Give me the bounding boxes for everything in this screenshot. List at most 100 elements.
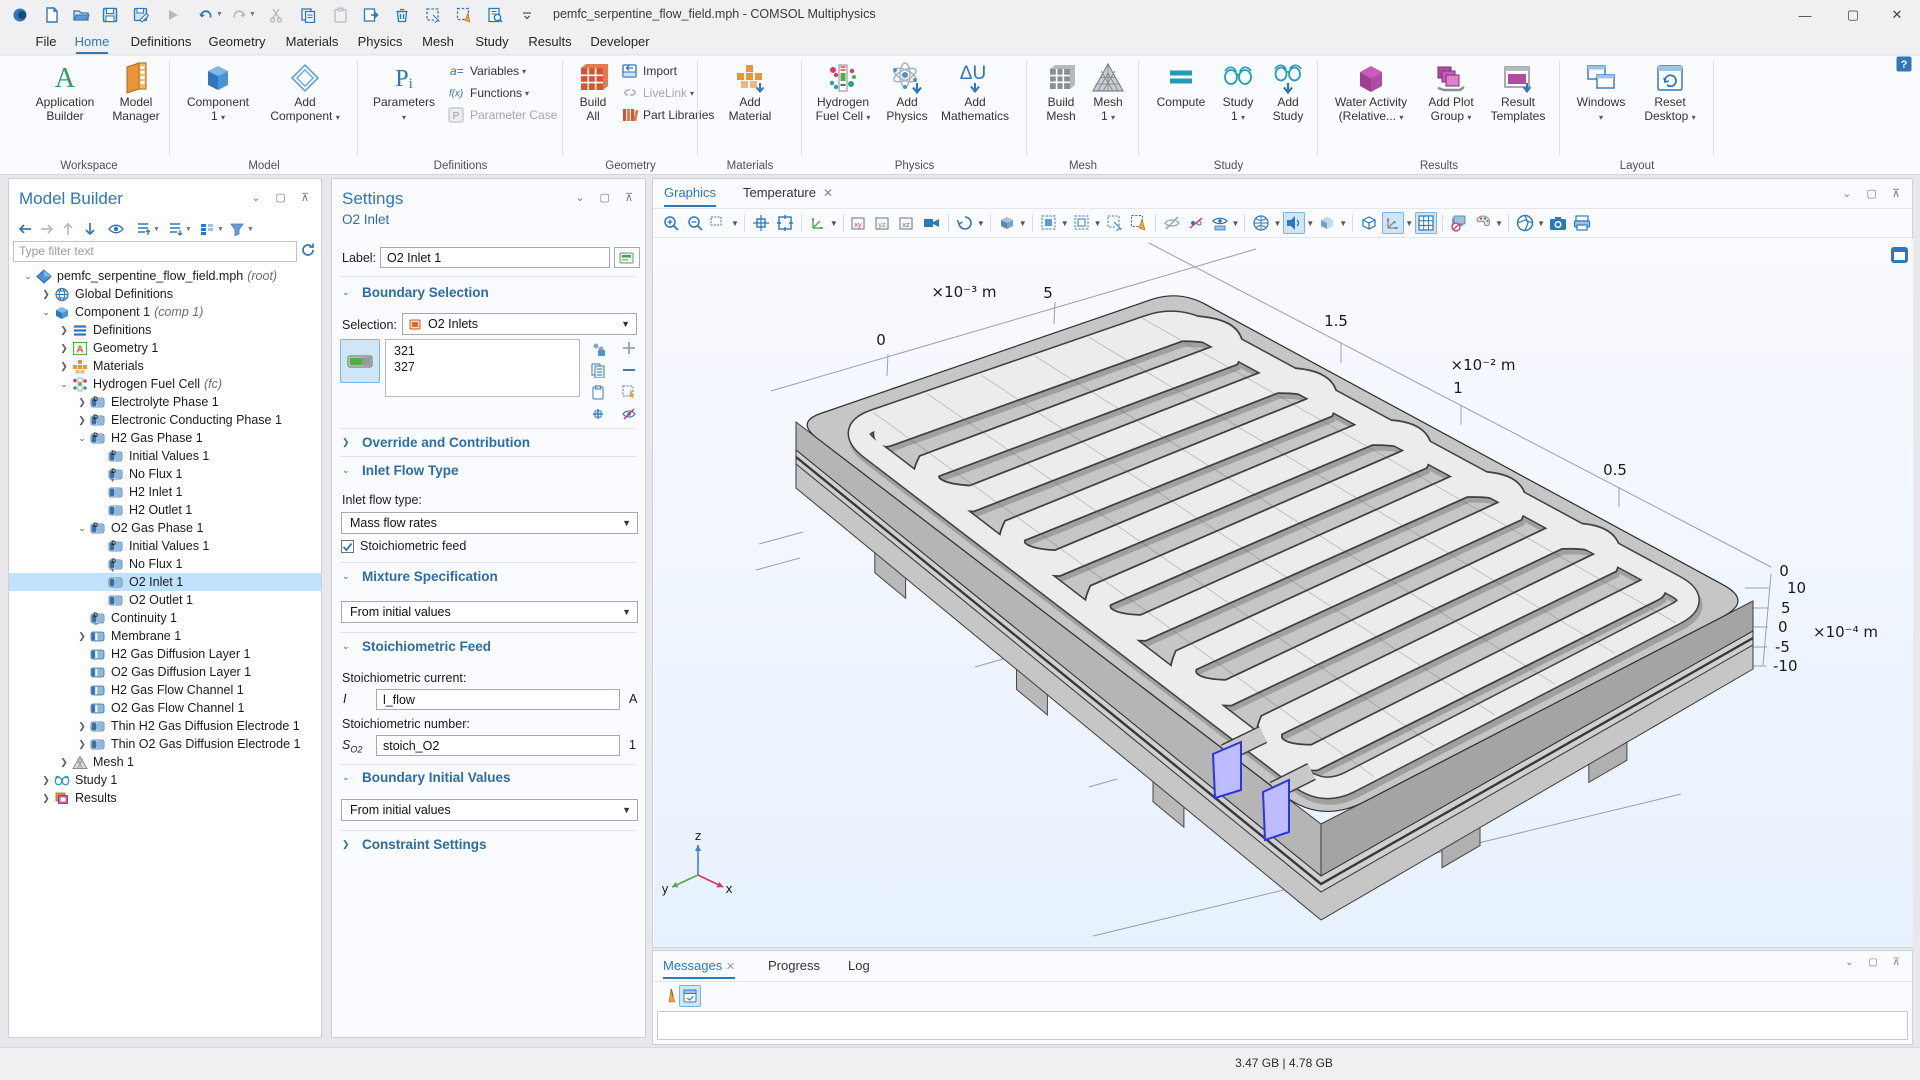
save-icon[interactable] bbox=[100, 5, 120, 25]
menu-results[interactable]: Results bbox=[523, 30, 577, 55]
stoich-current-input[interactable]: l_flow bbox=[376, 689, 620, 710]
scene-appearance-icon[interactable] bbox=[996, 212, 1018, 234]
down-arrow-icon[interactable] bbox=[83, 219, 97, 239]
tree-item-membrane-1[interactable]: ❯Membrane 1 bbox=[9, 627, 321, 645]
delete-icon[interactable] bbox=[392, 5, 412, 25]
tab-messages[interactable]: Messages ✕ bbox=[663, 953, 735, 979]
ribbon-button-application-builder[interactable]: AApplicationBuilder bbox=[31, 60, 99, 123]
ribbon-button-hydrogen-fuel-cell-[interactable]: HydrogenFuel Cell ▾ bbox=[809, 60, 877, 124]
stoich-number-input[interactable]: stoich_O2 bbox=[376, 735, 620, 756]
menu-mesh[interactable]: Mesh bbox=[415, 30, 461, 55]
ribbon-button-result-templates[interactable]: ResultTemplates bbox=[1484, 60, 1552, 123]
print-icon[interactable] bbox=[1571, 212, 1593, 234]
ribbon-button-add-material[interactable]: AddMaterial bbox=[716, 60, 784, 123]
help-icon[interactable]: ? bbox=[1896, 56, 1912, 72]
ribbon-button-build-all[interactable]: BuildAll bbox=[559, 60, 627, 123]
view-xy-icon[interactable]: xy bbox=[849, 212, 871, 234]
maximize-button[interactable]: ▢ bbox=[1830, 0, 1876, 30]
ribbon-button-add-component-[interactable]: AddComponent ▾ bbox=[271, 60, 339, 124]
tree-item-o2-outlet-1[interactable]: O2 Outlet 1 bbox=[9, 591, 321, 609]
tree-item-no-flux-1[interactable]: DNo Flux 1 bbox=[9, 465, 321, 483]
view-yz-icon[interactable]: yz bbox=[873, 212, 895, 234]
tree-chevron[interactable]: ⌄ bbox=[77, 523, 87, 534]
rotate-icon[interactable] bbox=[954, 212, 976, 234]
ribbon-button-livelink[interactable]: LiveLink▾ bbox=[621, 84, 694, 102]
color-palette-caret-icon[interactable]: ▼ bbox=[1495, 219, 1503, 228]
transparency-icon[interactable] bbox=[1316, 212, 1338, 234]
tree-item-h2-outlet-1[interactable]: H2 Outlet 1 bbox=[9, 501, 321, 519]
copy-icon[interactable] bbox=[298, 5, 318, 25]
ribbon-button-component-1-[interactable]: Component1 ▾ bbox=[184, 60, 252, 124]
select-box-caret-icon[interactable]: ▼ bbox=[1061, 219, 1069, 228]
ribbon-button-add-mathematics[interactable]: ΔUAddMathematics bbox=[941, 60, 1009, 123]
menu-developer[interactable]: Developer bbox=[586, 30, 654, 55]
deselect-box-caret-icon[interactable]: ▼ bbox=[1094, 219, 1102, 228]
tree-chevron[interactable]: ❯ bbox=[77, 631, 87, 642]
tree-chevron[interactable]: ⌄ bbox=[59, 379, 69, 390]
hide-selected-icon[interactable] bbox=[618, 405, 640, 423]
tree-item-global-definitions[interactable]: ❯Global Definitions bbox=[9, 285, 321, 303]
transparency-caret-icon[interactable]: ▼ bbox=[1339, 219, 1347, 228]
rotate-caret-icon[interactable]: ▼ bbox=[977, 219, 985, 228]
select-box-icon[interactable] bbox=[423, 5, 443, 25]
menu-geometry[interactable]: Geometry bbox=[206, 30, 268, 55]
save-as-icon[interactable] bbox=[131, 5, 151, 25]
deselect-box-icon[interactable] bbox=[1071, 212, 1093, 234]
ribbon-button-functions[interactable]: f(x)Functions▾ bbox=[448, 84, 529, 102]
tree-chevron[interactable]: ❯ bbox=[41, 775, 51, 786]
menu-materials[interactable]: Materials bbox=[281, 30, 343, 55]
tree-item-o2-gas-phase-1[interactable]: ⌄DO2 Gas Phase 1 bbox=[9, 519, 321, 537]
ribbon-button-reset-desktop-[interactable]: ResetDesktop ▾ bbox=[1636, 60, 1704, 124]
settings-window-controls[interactable]: ⌄ ▢ ⊼ bbox=[575, 191, 639, 204]
collapse-tree-icon[interactable]: ▼ bbox=[167, 219, 192, 239]
tree-chevron[interactable]: ❯ bbox=[77, 739, 87, 750]
clear-selection-icon[interactable] bbox=[454, 5, 474, 25]
rename-button[interactable] bbox=[614, 247, 640, 268]
wireframe-icon[interactable] bbox=[1358, 212, 1380, 234]
tree-item-initial-values-1[interactable]: DInitial Values 1 bbox=[9, 537, 321, 555]
tree-item-thin-h2-gas-diffusion-electrode-1[interactable]: ❯Thin H2 Gas Diffusion Electrode 1 bbox=[9, 717, 321, 735]
inlet-flow-dropdown[interactable]: Mass flow rates▼ bbox=[341, 512, 638, 534]
tree-item-geometry-1[interactable]: ❯AGeometry 1 bbox=[9, 339, 321, 357]
active-selection-toggle[interactable] bbox=[340, 339, 380, 383]
clear-messages-icon[interactable] bbox=[659, 986, 679, 1006]
message-options-icon[interactable] bbox=[679, 985, 701, 1007]
default-view-caret-icon[interactable]: ▼ bbox=[830, 219, 838, 228]
refresh-icon[interactable] bbox=[300, 242, 316, 258]
redo-icon[interactable] bbox=[229, 5, 249, 25]
show-hidden-icon[interactable] bbox=[1185, 212, 1207, 234]
ribbon-button-variables[interactable]: a=Variables▾ bbox=[448, 62, 526, 80]
select-box-icon[interactable] bbox=[1038, 212, 1060, 234]
duplicate-icon[interactable] bbox=[361, 5, 381, 25]
tree-item-o2-gas-diffusion-layer-1[interactable]: O2 Gas Diffusion Layer 1 bbox=[9, 663, 321, 681]
zoom-in-icon[interactable] bbox=[660, 212, 682, 234]
camera-snapshot-icon[interactable] bbox=[1547, 212, 1569, 234]
tree-item-continuity-1[interactable]: D∞Continuity 1 bbox=[9, 609, 321, 627]
tree-item-definitions[interactable]: ❯Definitions bbox=[9, 321, 321, 339]
menu-home[interactable]: Home bbox=[72, 30, 112, 55]
paste-icon[interactable] bbox=[330, 5, 350, 25]
show-grid-icon[interactable] bbox=[1415, 212, 1437, 234]
copy-list-icon[interactable] bbox=[587, 361, 609, 379]
view-xz-icon[interactable]: xz bbox=[897, 212, 919, 234]
show-axes-icon[interactable] bbox=[1382, 212, 1404, 234]
paste-selection-icon[interactable] bbox=[587, 383, 609, 401]
tree-item-h2-inlet-1[interactable]: H2 Inlet 1 bbox=[9, 483, 321, 501]
back-arrow-icon[interactable] bbox=[17, 219, 33, 239]
zoom-selected-icon[interactable] bbox=[774, 212, 796, 234]
tree-item-o2-gas-flow-channel-1[interactable]: O2 Gas Flow Channel 1 bbox=[9, 699, 321, 717]
tree-item-h2-gas-flow-channel-1[interactable]: H2 Gas Flow Channel 1 bbox=[9, 681, 321, 699]
tree-item-electronic-conducting-phase-1[interactable]: ❯DElectronic Conducting Phase 1 bbox=[9, 411, 321, 429]
tree-item-materials[interactable]: ❯Materials bbox=[9, 357, 321, 375]
forward-arrow-icon[interactable] bbox=[39, 219, 55, 239]
selection-list-item[interactable]: 327 bbox=[394, 360, 579, 374]
plot-window-icon[interactable] bbox=[1891, 247, 1908, 263]
section-override[interactable]: ❯Override and Contribution bbox=[342, 435, 530, 450]
tab-graphics[interactable]: Graphics bbox=[664, 179, 716, 207]
tab-temperature[interactable]: Temperature✕ bbox=[743, 179, 833, 207]
selection-dropdown[interactable]: O2 Inlets▼ bbox=[402, 313, 637, 335]
minimize-button[interactable]: — bbox=[1782, 0, 1828, 30]
serpentine-flow-field-model[interactable]: 05×10⁻³ m1.510.50×10⁻² m1050-5-10×10⁻⁴ m… bbox=[654, 239, 1913, 947]
ribbon-button-add-physics[interactable]: AddPhysics bbox=[873, 60, 941, 123]
section-constraint-settings[interactable]: ❯Constraint Settings bbox=[342, 837, 487, 852]
